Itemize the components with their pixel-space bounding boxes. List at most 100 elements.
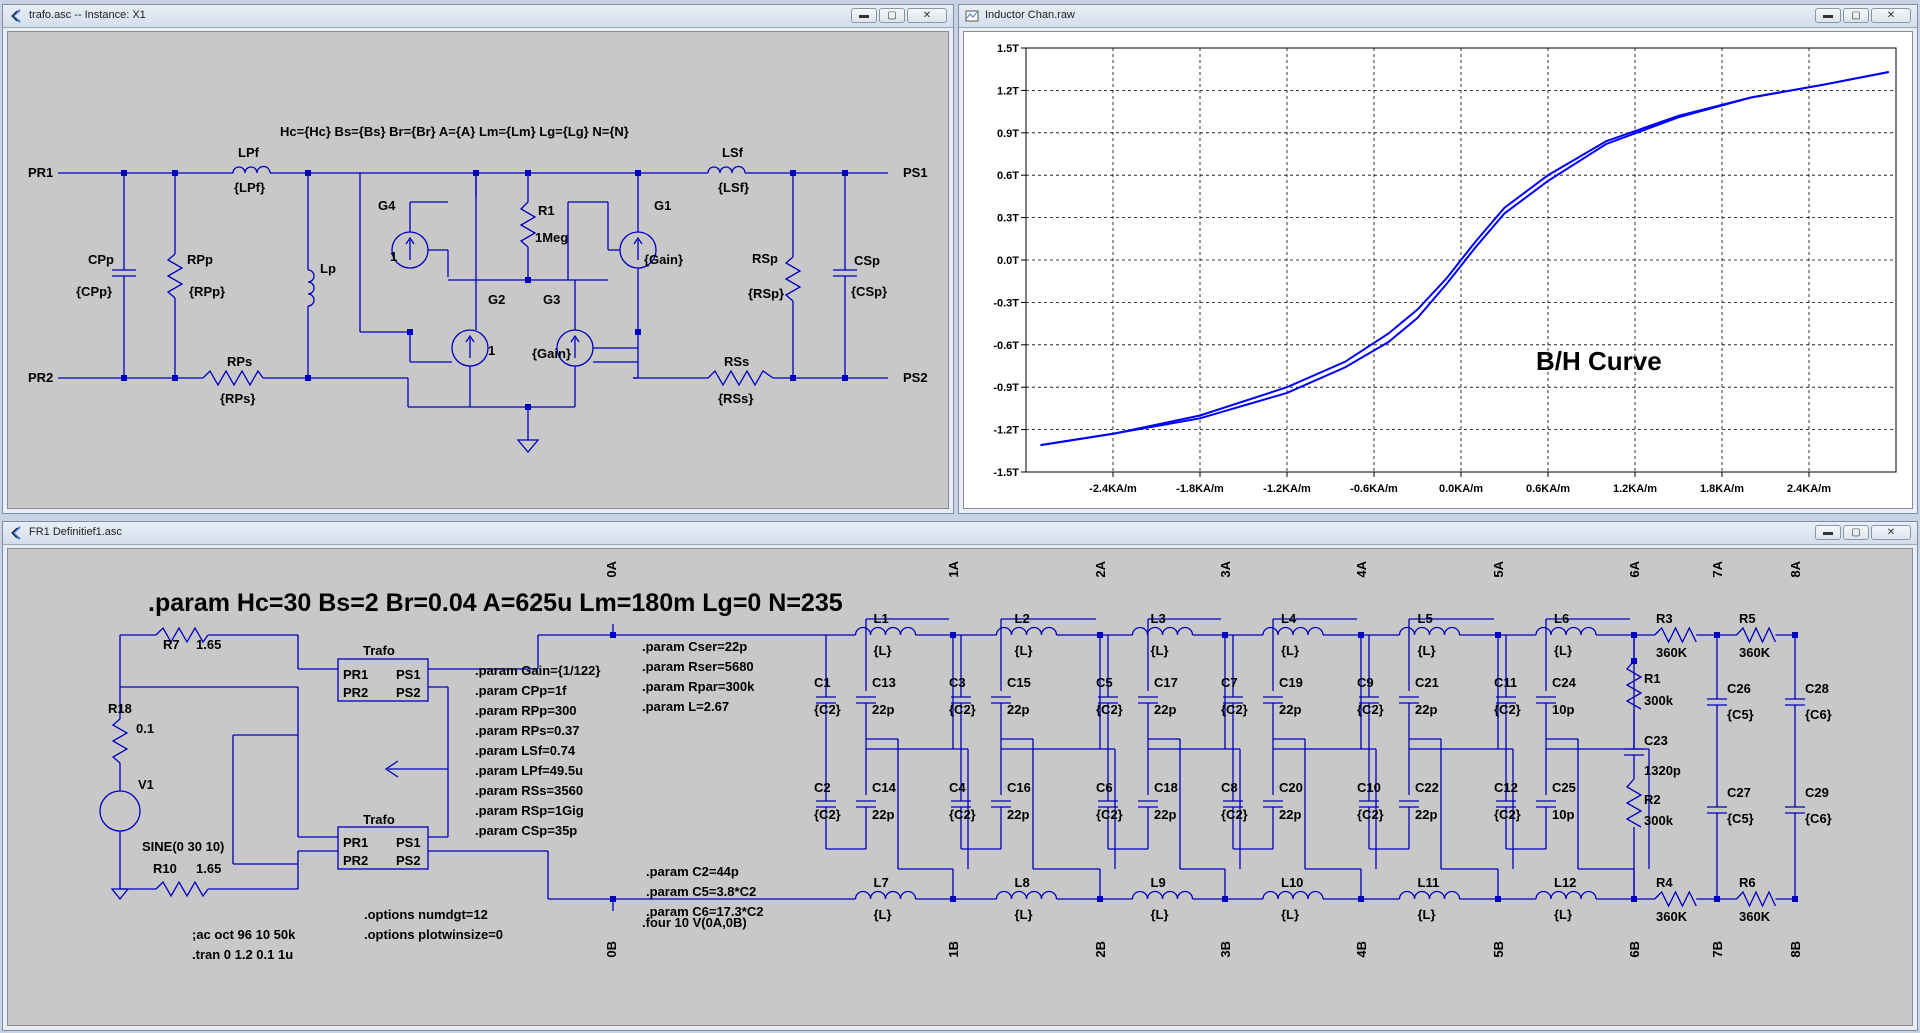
junction-dot [1495,896,1501,902]
x-tick-label: -1.8KA/m [1176,483,1224,495]
param-cser-line: .param Rser=5680 [642,659,754,674]
param-cser-line: .param L=2.67 [642,699,729,714]
capacitor-value: 22p [1154,807,1176,822]
maximize-button[interactable]: ▢ [1843,525,1869,540]
capacitor-value: {C2} [814,702,841,717]
trafo1-pr2: PR2 [343,685,368,700]
capacitor-value: {C2} [1096,702,1123,717]
node-label-bottom: 1B [946,941,961,958]
r3-value: 360K [1656,645,1688,660]
capacitor-name: C13 [872,675,896,690]
bh-curve-annotation: B/H Curve [1536,346,1662,376]
capacitor-name: C18 [1154,780,1178,795]
inductor-bottom [1398,890,1461,900]
inductor-bottom-name: L8 [1015,875,1030,890]
y-tick-label: -0.3T [993,297,1019,309]
r10-value: 1.65 [196,861,221,876]
param-trafo-line: .param CPp=1f [475,683,567,698]
x-tick-label: 1.8KA/m [1700,483,1744,495]
node-label-bottom: 7B [1710,941,1725,958]
inductor-top-value: {L} [874,643,892,658]
c29-name: C29 [1805,785,1829,800]
bh-chart[interactable]: 1.5T 1.2T 0.9T 0.6T 0.3T 0.0T -0.3T -0.6T -0.9T -… [964,32,1913,509]
param-cser-line: .param Rpar=300k [642,679,755,694]
y-tick-label: -1.5T [993,467,1019,479]
fr1-window[interactable]: FR1 Definitief1.asc ▬ ▢ ✕ 0A 1A 2A 3A 4A… [2,521,1918,1031]
y-tick-label: 0.9T [997,128,1019,140]
node-label-bottom: 6B [1627,941,1642,958]
capacitor-value: {C2} [814,807,841,822]
c28-value: {C6} [1805,707,1832,722]
minimize-button[interactable]: ▬ [851,8,877,23]
junction-dot [950,896,956,902]
junction-dot [1495,632,1501,638]
r6-value: 360K [1739,909,1771,924]
cpp-value: {CPp} [76,284,112,299]
trafo1-pr1: PR1 [343,667,368,682]
fr1-titlebar[interactable]: FR1 Definitief1.asc ▬ ▢ ✕ [3,522,1917,545]
capacitor-value: {C2} [1494,807,1521,822]
capacitor-name: C10 [1357,780,1381,795]
bh-trace-2 [1040,71,1889,447]
inductor-top [1262,626,1324,636]
junction-dot [1097,896,1103,902]
inductor-top [995,626,1058,636]
junction-dot [1714,896,1720,902]
capacitor-name: C11 [1494,675,1517,690]
rsp-value: {RSp} [748,286,784,301]
param-main-text: .param Hc=30 Bs=2 Br=0.04 A=625u Lm=180m… [148,589,843,617]
ltspice-icon [11,9,21,23]
param-c2-line: .param C2=44p [646,864,739,879]
trafo-window[interactable]: trafo.asc -- Instance: X1 ▬ ▢ ✕ Hc={Hc} … [2,4,954,514]
node-label-top: 7A [1710,560,1725,577]
minimize-button[interactable]: ▬ [1815,525,1841,540]
inductor-bottom-value: {L} [1015,907,1033,922]
maximize-button[interactable]: ▢ [879,8,905,23]
rss-value: {RSs} [718,391,753,406]
y-tick-label: 1.5T [997,43,1019,55]
node-label-bottom: 2B [1093,941,1108,958]
r4-value: 360K [1656,909,1688,924]
junction-dot [1631,896,1637,902]
c27-name: C27 [1727,785,1751,800]
param-c2-line: .param C5=3.8*C2 [646,884,756,899]
node-label-top: 0A [604,560,619,577]
c26-name: C26 [1727,681,1751,696]
g3-name: G3 [543,292,560,307]
r7-value: 1.65 [196,637,221,652]
plot-window-title: Inductor Chan.raw [985,9,1075,21]
trafo-titlebar[interactable]: trafo.asc -- Instance: X1 ▬ ▢ ✕ [3,5,953,28]
inductor-bottom-value: {L} [874,907,892,922]
c27-value: {C5} [1727,811,1754,826]
capacitor-value: {C2} [1096,807,1123,822]
plot-canvas[interactable]: 1.5T 1.2T 0.9T 0.6T 0.3T 0.0T -0.3T -0.6T -0.9T -… [963,31,1913,509]
x-tick-label: 1.2KA/m [1613,483,1657,495]
options-plotwinsize: .options plotwinsize=0 [364,927,503,942]
capacitor-name: C20 [1279,780,1303,795]
lsf-value: {LSf} [718,180,749,195]
maximize-button[interactable]: ▢ [1843,8,1869,23]
plot-titlebar[interactable]: Inductor Chan.raw ▬ ▢ ✕ [959,5,1917,28]
inductor-bottom-name: L9 [1151,875,1166,890]
rss-name: RSs [724,354,749,369]
close-button[interactable]: ✕ [907,8,947,23]
capacitor-name: C12 [1494,780,1518,795]
trafo-schematic-canvas[interactable]: Hc={Hc} Bs={Bs} Br={Br} A={A} Lm={Lm} Lg… [7,31,949,509]
r7-name: R7 [163,637,180,652]
capacitor-name: C17 [1154,675,1178,690]
options-numdgt: .options numdgt=12 [364,907,488,922]
y-tick-label: 0.3T [997,213,1019,225]
minimize-button[interactable]: ▬ [1815,8,1841,23]
plot-window[interactable]: Inductor Chan.raw ▬ ▢ ✕ 1.5T 1.2T 0.9T 0.6T… [958,4,1918,514]
close-button[interactable]: ✕ [1871,8,1911,23]
node-label-bottom: 5B [1491,941,1506,958]
fr1-schematic-canvas[interactable]: 0A 1A 2A 3A 4A 5A 6A 7A 8A 0B 1B 2B 3B 4B 5B 6B 7B 8B L1 {L… [7,548,1913,1026]
g1-value: {Gain} [644,252,683,267]
capacitor-name: C24 [1552,675,1577,690]
capacitor-value: {C2} [1221,702,1248,717]
bh-trace-1 [1040,71,1889,447]
capacitor-value: {C2} [1221,807,1248,822]
r5-name: R5 [1739,611,1756,626]
inductor-bottom [1262,890,1324,900]
close-button[interactable]: ✕ [1871,525,1911,540]
